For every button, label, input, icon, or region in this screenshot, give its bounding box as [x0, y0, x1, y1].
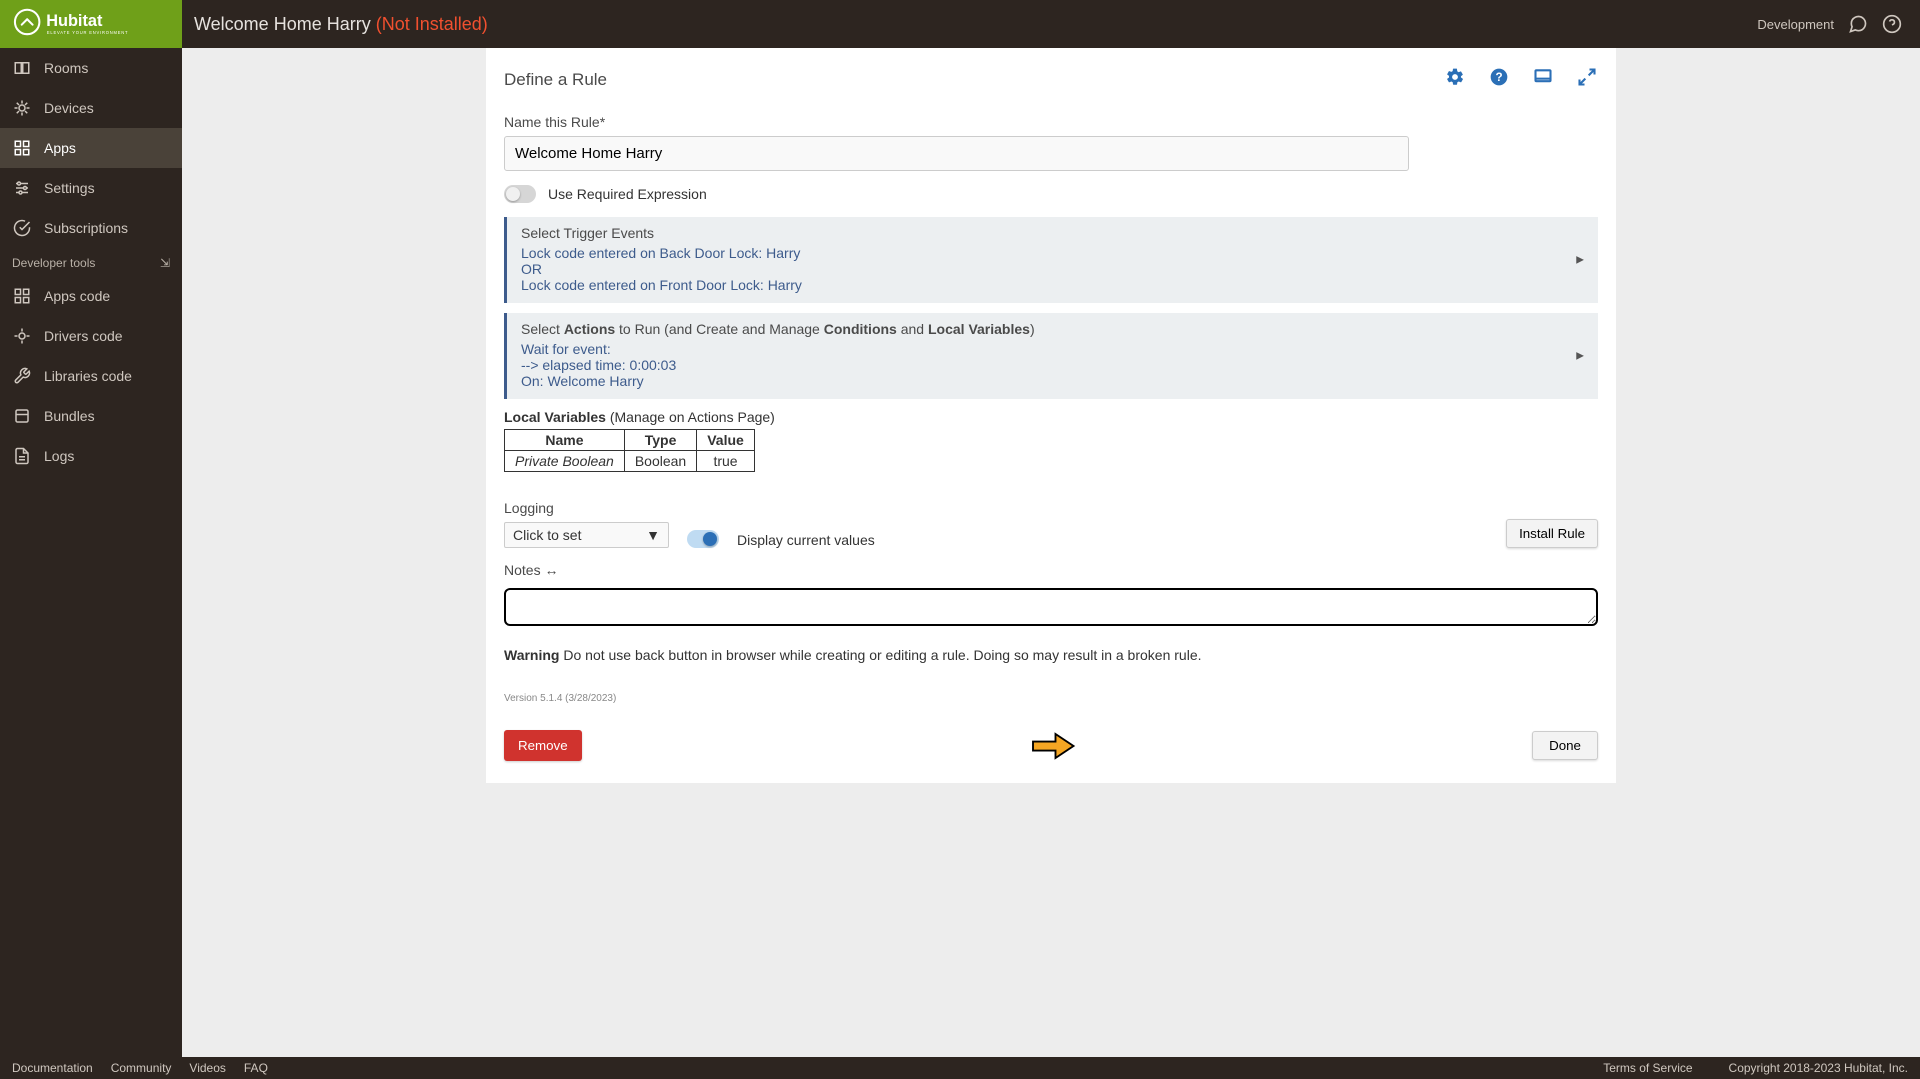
- sidebar-item-settings[interactable]: Settings: [0, 168, 182, 208]
- apps-code-icon: [12, 286, 32, 306]
- help-icon[interactable]: [1882, 14, 1902, 34]
- triggers-title: Select Trigger Events: [521, 225, 1584, 241]
- footer-link-documentation[interactable]: Documentation: [12, 1061, 93, 1075]
- developer-tools-header[interactable]: Developer tools ⇲: [0, 248, 182, 276]
- local-variables-label: Local Variables (Manage on Actions Page): [504, 409, 1598, 425]
- table-header-row: Name Type Value: [505, 430, 755, 451]
- local-variables-table: Name Type Value Private Boolean Boolean …: [504, 429, 755, 472]
- rule-name-input[interactable]: [504, 136, 1409, 171]
- help-circle-icon[interactable]: ?: [1488, 66, 1510, 88]
- pointing-arrow-icon: [1031, 731, 1077, 761]
- sidebar-item-label: Subscriptions: [44, 220, 128, 236]
- apps-icon: [12, 138, 32, 158]
- sidebar-item-label: Logs: [44, 448, 74, 464]
- rule-card: ? Define a Rule Name this Rule* Use Requ…: [486, 48, 1616, 783]
- sidebar-item-label: Settings: [44, 180, 95, 196]
- sidebar-item-apps-code[interactable]: Apps code: [0, 276, 182, 316]
- logging-select[interactable]: Click to set ▼: [504, 522, 669, 548]
- trigger-line: Lock code entered on Front Door Lock: Ha…: [521, 277, 1584, 293]
- expand-icon[interactable]: [1576, 66, 1598, 88]
- chat-icon[interactable]: [1848, 14, 1868, 34]
- gear-icon[interactable]: [1444, 66, 1466, 88]
- trigger-events-panel[interactable]: ▶ Select Trigger Events Lock code entere…: [504, 217, 1598, 303]
- chevron-right-icon: ▶: [1576, 255, 1584, 266]
- sidebar-item-subscriptions[interactable]: Subscriptions: [0, 208, 182, 248]
- sidebar-item-rooms[interactable]: Rooms: [0, 48, 182, 88]
- remove-button[interactable]: Remove: [504, 730, 582, 761]
- sidebar-item-logs[interactable]: Logs: [0, 436, 182, 476]
- svg-text:?: ?: [1495, 71, 1502, 84]
- bundles-icon: [12, 406, 32, 426]
- sidebar-item-drivers-code[interactable]: Drivers code: [0, 316, 182, 356]
- sidebar-item-label: Drivers code: [44, 328, 123, 344]
- sidebar-item-bundles[interactable]: Bundles: [0, 396, 182, 436]
- table-row: Private Boolean Boolean true: [505, 451, 755, 472]
- devices-icon: [12, 98, 32, 118]
- name-label: Name this Rule*: [504, 114, 1598, 130]
- notes-textarea[interactable]: [504, 588, 1598, 626]
- settings-icon: [12, 178, 32, 198]
- actions-panel[interactable]: ▶ Select Actions to Run (and Create and …: [504, 313, 1598, 399]
- version-text: Version 5.1.4 (3/28/2023): [504, 693, 1598, 704]
- required-expression-toggle[interactable]: [504, 185, 536, 203]
- footer-link-videos[interactable]: Videos: [189, 1061, 225, 1075]
- install-status: (Not Installed): [376, 14, 488, 34]
- sidebar-item-label: Devices: [44, 100, 94, 116]
- footer-link-tos[interactable]: Terms of Service: [1603, 1061, 1692, 1075]
- done-button[interactable]: Done: [1532, 731, 1598, 760]
- action-line: On: Welcome Harry: [521, 373, 1584, 389]
- notes-label: Notes ↔: [504, 562, 1598, 578]
- libraries-code-icon: [12, 366, 32, 386]
- caret-down-icon: ▼: [646, 527, 660, 543]
- trigger-line: Lock code entered on Back Door Lock: Har…: [521, 245, 1584, 261]
- install-rule-button[interactable]: Install Rule: [1506, 519, 1598, 548]
- sidebar-item-label: Libraries code: [44, 368, 132, 384]
- warning-text: Warning Do not use back button in browse…: [504, 647, 1598, 663]
- main-content: ? Define a Rule Name this Rule* Use Requ…: [182, 48, 1920, 1057]
- sidebar: Rooms Devices Apps Settings Subscription…: [0, 48, 182, 1057]
- section-title: Define a Rule: [504, 70, 1598, 90]
- footer: Documentation Community Videos FAQ Terms…: [0, 1057, 1920, 1079]
- display-icon[interactable]: [1532, 66, 1554, 88]
- sidebar-item-apps[interactable]: Apps: [0, 128, 182, 168]
- actions-title: Select Actions to Run (and Create and Ma…: [521, 321, 1584, 337]
- svg-text:ELEVATE YOUR ENVIRONMENT: ELEVATE YOUR ENVIRONMENT: [47, 30, 128, 35]
- collapse-icon: ⇲: [160, 256, 170, 270]
- action-line: --> elapsed time: 0:00:03: [521, 357, 1584, 373]
- chevron-right-icon: ▶: [1576, 351, 1584, 362]
- display-values-toggle[interactable]: [687, 530, 719, 548]
- drivers-code-icon: [12, 326, 32, 346]
- logs-icon: [12, 446, 32, 466]
- svg-text:Hubitat: Hubitat: [46, 12, 103, 30]
- footer-link-community[interactable]: Community: [111, 1061, 172, 1075]
- required-expression-label: Use Required Expression: [548, 186, 707, 202]
- sidebar-item-label: Apps code: [44, 288, 110, 304]
- action-line: Wait for event:: [521, 341, 1584, 357]
- logging-label: Logging: [504, 500, 669, 516]
- display-values-label: Display current values: [737, 532, 875, 548]
- sidebar-item-libraries-code[interactable]: Libraries code: [0, 356, 182, 396]
- sidebar-item-label: Bundles: [44, 408, 95, 424]
- rooms-icon: [12, 58, 32, 78]
- trigger-or: OR: [521, 261, 1584, 277]
- sidebar-item-label: Apps: [44, 140, 76, 156]
- dev-mode-label: Development: [1757, 17, 1834, 32]
- subscriptions-icon: [12, 218, 32, 238]
- resize-icon: ↔: [544, 562, 558, 578]
- footer-link-faq[interactable]: FAQ: [244, 1061, 268, 1075]
- sidebar-item-label: Rooms: [44, 60, 88, 76]
- sidebar-item-devices[interactable]: Devices: [0, 88, 182, 128]
- logo[interactable]: Hubitat ELEVATE YOUR ENVIRONMENT: [0, 0, 182, 48]
- page-title: Welcome Home Harry (Not Installed): [194, 14, 488, 35]
- header: Hubitat ELEVATE YOUR ENVIRONMENT Welcome…: [0, 0, 1920, 48]
- footer-copyright: Copyright 2018-2023 Hubitat, Inc.: [1729, 1061, 1908, 1075]
- hubitat-logo-icon: Hubitat ELEVATE YOUR ENVIRONMENT: [12, 7, 162, 41]
